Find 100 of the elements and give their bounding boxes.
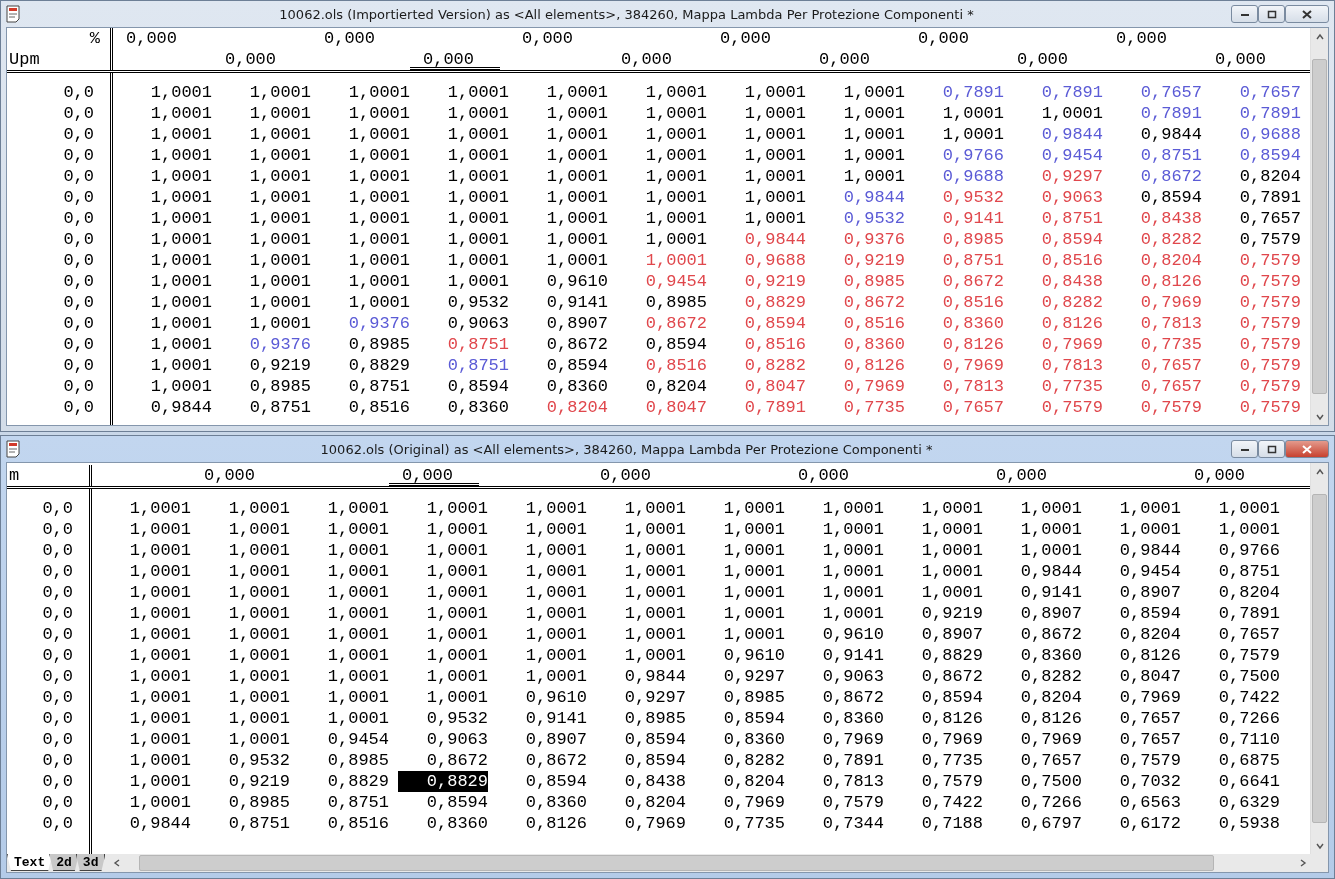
- table-cell[interactable]: 0,9141: [518, 292, 608, 313]
- table-cell[interactable]: 0,7188: [893, 813, 983, 834]
- table-cell[interactable]: 0,9844: [716, 229, 806, 250]
- table-cell[interactable]: 1,0001: [122, 376, 212, 397]
- table-cell[interactable]: 1,0001: [596, 624, 686, 645]
- table-cell[interactable]: 1,0001: [200, 645, 290, 666]
- table-cell[interactable]: 1,0001: [221, 313, 311, 334]
- table-cell[interactable]: 1,0001: [101, 645, 191, 666]
- table-cell[interactable]: 1,0001: [518, 250, 608, 271]
- table-cell[interactable]: 1,0001: [221, 208, 311, 229]
- table-cell[interactable]: 1,0001: [815, 82, 905, 103]
- table-cell[interactable]: 0,9610: [794, 624, 884, 645]
- table-cell[interactable]: 0,7969: [992, 729, 1082, 750]
- table-cell[interactable]: 1,0001: [419, 103, 509, 124]
- table-cell[interactable]: 0,9063: [794, 666, 884, 687]
- table-cell[interactable]: 0,7657: [1112, 82, 1202, 103]
- vertical-scrollbar[interactable]: [1310, 463, 1328, 854]
- table-cell[interactable]: 1,0001: [1190, 498, 1280, 519]
- table-cell[interactable]: 0,7500: [1190, 666, 1280, 687]
- table-cell[interactable]: 0,8126: [1091, 645, 1181, 666]
- table-cell[interactable]: 0,7891: [794, 750, 884, 771]
- table-cell[interactable]: 1,0001: [398, 666, 488, 687]
- table-cell[interactable]: 0,8360: [497, 792, 587, 813]
- table-cell[interactable]: 1,0001: [101, 498, 191, 519]
- table-cell[interactable]: 0,9219: [200, 771, 290, 792]
- table-cell[interactable]: 0,7579: [1211, 397, 1301, 418]
- table-cell[interactable]: 0,9297: [596, 687, 686, 708]
- table-cell[interactable]: 1,0001: [299, 624, 389, 645]
- table-cell[interactable]: 0,9766: [914, 145, 1004, 166]
- table-cell[interactable]: 0,8282: [1013, 292, 1103, 313]
- table-cell[interactable]: 0,8594: [1091, 603, 1181, 624]
- table-cell[interactable]: 1,0001: [122, 103, 212, 124]
- table-cell[interactable]: 0,8126: [914, 334, 1004, 355]
- table-cell[interactable]: 0,8126: [1013, 313, 1103, 334]
- table-cell[interactable]: 0,7735: [1013, 376, 1103, 397]
- table-cell[interactable]: 0,7579: [1211, 334, 1301, 355]
- table-cell[interactable]: 0,7657: [914, 397, 1004, 418]
- table-cell[interactable]: 0,8594: [497, 771, 587, 792]
- table-cell[interactable]: 0,7579: [1091, 750, 1181, 771]
- table-cell[interactable]: 0,8360: [419, 397, 509, 418]
- table-cell[interactable]: 0,7735: [1112, 334, 1202, 355]
- table-cell[interactable]: 0,9063: [398, 729, 488, 750]
- table-cell[interactable]: 0,7579: [1211, 376, 1301, 397]
- table-cell[interactable]: 0,8360: [794, 708, 884, 729]
- table-cell[interactable]: 1,0001: [497, 561, 587, 582]
- table-cell[interactable]: 1,0001: [617, 229, 707, 250]
- table-cell[interactable]: 0,8985: [914, 229, 1004, 250]
- table-cell[interactable]: 1,0001: [299, 687, 389, 708]
- table-cell[interactable]: 1,0001: [992, 498, 1082, 519]
- table-cell[interactable]: 0,8672: [794, 687, 884, 708]
- table-cell[interactable]: 0,8516: [1013, 250, 1103, 271]
- table-cell[interactable]: 0,8204: [518, 397, 608, 418]
- table-cell[interactable]: 0,7579: [1112, 397, 1202, 418]
- table-cell[interactable]: 0,9844: [815, 187, 905, 208]
- table-cell[interactable]: 1,0001: [398, 645, 488, 666]
- table-cell[interactable]: 0,9219: [815, 250, 905, 271]
- table-cell[interactable]: 1,0001: [695, 519, 785, 540]
- table-cell[interactable]: 1,0001: [299, 519, 389, 540]
- table-cell[interactable]: 1,0001: [617, 145, 707, 166]
- table-cell[interactable]: 0,8126: [992, 708, 1082, 729]
- table-cell[interactable]: 0,8516: [320, 397, 410, 418]
- table-cell[interactable]: 1,0001: [695, 498, 785, 519]
- table-cell[interactable]: 0,7579: [1211, 355, 1301, 376]
- table-cell[interactable]: 0,9141: [914, 208, 1004, 229]
- restore-button[interactable]: [1258, 440, 1285, 458]
- table-cell[interactable]: 1,0001: [518, 229, 608, 250]
- table-cell[interactable]: 0,8204: [596, 792, 686, 813]
- table-cell[interactable]: 0,8907: [497, 729, 587, 750]
- table-cell[interactable]: 0,8672: [893, 666, 983, 687]
- table-cell[interactable]: 0,7891: [716, 397, 806, 418]
- table-cell[interactable]: 1,0001: [122, 334, 212, 355]
- table-cell[interactable]: 1,0001: [497, 645, 587, 666]
- table-cell[interactable]: 1,0001: [893, 498, 983, 519]
- table-cell[interactable]: 0,6172: [1091, 813, 1181, 834]
- table-cell[interactable]: 0,8751: [320, 376, 410, 397]
- table-cell[interactable]: 0,7969: [1013, 334, 1103, 355]
- table-cell[interactable]: 1,0001: [596, 603, 686, 624]
- table-cell[interactable]: 1,0001: [893, 582, 983, 603]
- table-cell[interactable]: 1,0001: [1013, 103, 1103, 124]
- table-cell[interactable]: 0,8360: [815, 334, 905, 355]
- table-cell[interactable]: 0,8985: [320, 334, 410, 355]
- restore-button[interactable]: [1258, 5, 1285, 23]
- table-cell[interactable]: 1,0001: [1091, 498, 1181, 519]
- table-cell[interactable]: 0,8126: [893, 708, 983, 729]
- table-cell[interactable]: 1,0001: [122, 292, 212, 313]
- table-cell[interactable]: 0,7891: [1112, 103, 1202, 124]
- table-cell[interactable]: 0,7500: [992, 771, 1082, 792]
- table-cell[interactable]: 1,0001: [122, 250, 212, 271]
- table-cell[interactable]: 1,0001: [794, 498, 884, 519]
- table-cell[interactable]: 1,0001: [617, 187, 707, 208]
- table-cell[interactable]: 0,7110: [1190, 729, 1280, 750]
- table-cell[interactable]: 1,0001: [617, 166, 707, 187]
- table-cell[interactable]: 0,8672: [1112, 166, 1202, 187]
- table-cell[interactable]: 1,0001: [497, 624, 587, 645]
- table-cell[interactable]: 0,9219: [716, 271, 806, 292]
- table-cell[interactable]: 0,9610: [497, 687, 587, 708]
- table-cell[interactable]: 1,0001: [716, 208, 806, 229]
- table-cell[interactable]: 0,8360: [398, 813, 488, 834]
- table-cell[interactable]: 0,9297: [1013, 166, 1103, 187]
- table-cell[interactable]: 0,8438: [596, 771, 686, 792]
